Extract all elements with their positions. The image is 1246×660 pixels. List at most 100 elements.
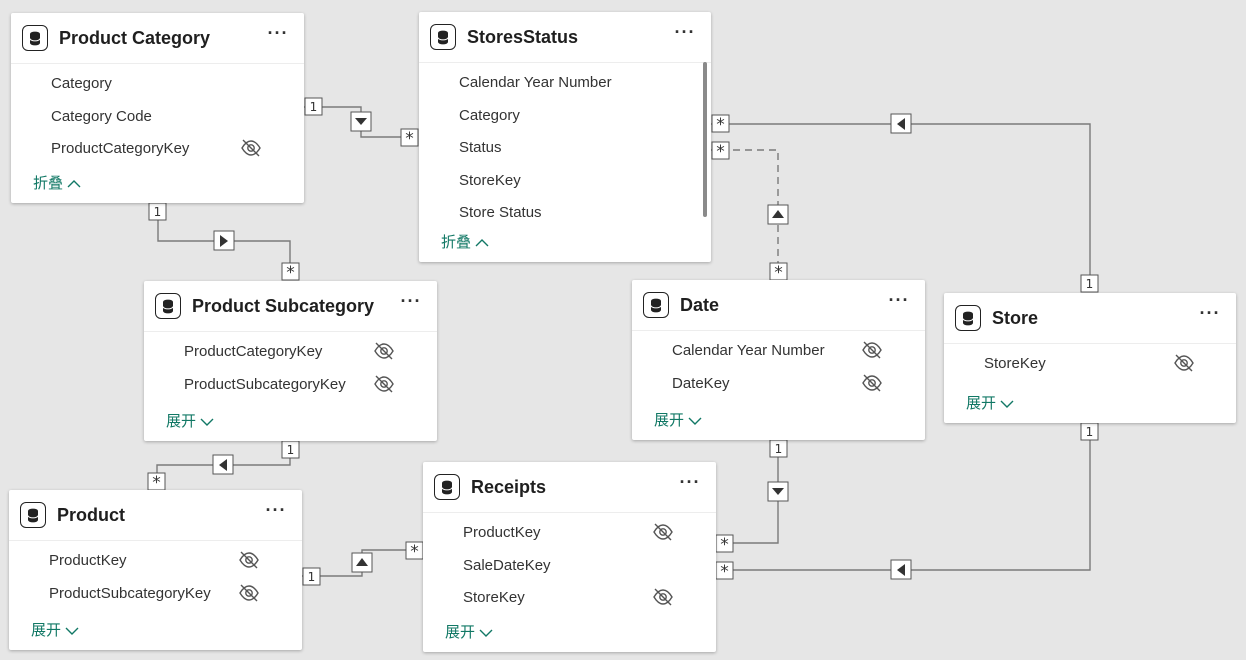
hidden-field-icon[interactable] [861,372,883,394]
field-row[interactable]: Calendar Year Number [632,334,925,367]
filter-direction-down-icon[interactable] [350,111,372,132]
filter-direction-up-icon[interactable] [767,204,789,225]
table-card-date[interactable]: Date ··· Calendar Year Number DateKey 展开 [632,280,925,440]
field-label: StoreKey [984,355,1046,372]
hidden-field-icon[interactable] [861,339,883,361]
card-header[interactable]: Product ··· [9,490,302,541]
card-header[interactable]: Product Subcategory ··· [144,281,437,332]
more-options-button[interactable]: ··· [673,23,697,47]
more-options-button[interactable]: ··· [1198,304,1222,328]
expand-toggle[interactable]: 展开 [966,392,1014,413]
field-row[interactable]: ProductKey [9,544,302,577]
table-card-product-category[interactable]: Product Category ··· Category Category C… [11,13,304,203]
collapse-toggle[interactable]: 折叠 [441,231,489,252]
hidden-field-icon[interactable] [652,586,674,608]
table-card-receipts[interactable]: Receipts ··· ProductKey SaleDateKey Stor… [423,462,716,652]
table-card-product-subcategory[interactable]: Product Subcategory ··· ProductCategoryK… [144,281,437,441]
cardinality-many-badge: * [281,262,300,283]
cardinality-many-badge: * [715,534,734,555]
filter-direction-left-icon[interactable] [212,454,234,475]
hidden-field-icon[interactable] [238,549,260,571]
field-row[interactable]: ProductCategoryKey [144,335,437,368]
cardinality-one-badge: 1 [304,97,323,116]
field-row[interactable]: DateKey [632,367,925,400]
expand-toggle[interactable]: 展开 [31,619,79,640]
filter-direction-right-icon[interactable] [213,230,235,251]
more-options-button[interactable]: ··· [264,501,288,525]
expand-toggle[interactable]: 展开 [166,410,214,431]
svg-text:1: 1 [308,570,316,584]
field-label: DateKey [672,374,730,392]
field-row[interactable]: ProductSubcategoryKey [9,577,302,610]
field-row[interactable]: Calendar Year Number [419,66,711,99]
toggle-label: 折叠 [33,175,64,192]
chevron-down-icon [479,629,493,638]
hidden-field-icon[interactable] [373,373,395,395]
chevron-up-icon [475,239,489,247]
field-label: ProductSubcategoryKey [49,584,211,602]
field-label: Category [51,75,112,92]
field-label: ProductCategoryKey [51,140,190,158]
field-label: Category [459,106,520,124]
svg-text:*: * [720,562,729,582]
collapse-toggle[interactable]: 折叠 [33,172,81,193]
field-row[interactable]: StoreKey [419,164,711,197]
database-icon [155,293,181,319]
hidden-field-icon[interactable] [238,582,260,604]
database-icon [955,305,981,331]
hidden-field-icon[interactable] [240,137,262,159]
hidden-field-icon[interactable] [1173,352,1195,374]
filter-direction-down-icon[interactable] [767,481,789,502]
table-card-product[interactable]: Product ··· ProductKey ProductSubcategor… [9,490,302,650]
field-row[interactable]: Category [419,99,711,132]
cardinality-one-badge: 1 [769,439,788,458]
database-icon [20,502,46,528]
card-header[interactable]: Date ··· [632,280,925,331]
field-label: Store Status [459,204,542,222]
table-title: Date [680,295,720,315]
field-label: Calendar Year Number [459,74,612,91]
toggle-label: 展开 [966,395,997,412]
field-row[interactable]: Status [419,131,711,164]
card-header[interactable]: Product Category ··· [11,13,304,64]
svg-text:*: * [286,263,295,283]
expand-toggle[interactable]: 展开 [654,409,702,430]
svg-text:*: * [410,542,419,562]
field-label: Calendar Year Number [672,342,825,359]
field-row[interactable]: Category Code [11,100,304,133]
more-options-button[interactable]: ··· [678,473,702,497]
filter-direction-left-icon[interactable] [890,559,912,580]
field-row[interactable]: Category [11,67,304,100]
more-options-button[interactable]: ··· [399,292,423,316]
card-header[interactable]: Receipts ··· [423,462,716,513]
expand-toggle[interactable]: 展开 [445,621,493,642]
field-label: ProductKey [49,552,127,569]
table-title: Store [992,308,1039,328]
cardinality-one-badge: 1 [281,440,300,459]
field-row[interactable]: ProductCategoryKey [11,132,304,165]
cardinality-many-badge: * [715,561,734,582]
field-row[interactable]: Store Status [419,196,711,229]
field-row[interactable]: ProductKey [423,516,716,549]
table-card-stores-status[interactable]: StoresStatus ··· Calendar Year Number Ca… [419,12,711,262]
field-row[interactable]: ProductSubcategoryKey [144,368,437,401]
toggle-label: 折叠 [441,234,472,251]
hidden-field-icon[interactable] [652,521,674,543]
field-row[interactable]: StoreKey [423,581,716,614]
scrollbar[interactable] [703,62,707,217]
field-row[interactable]: SaleDateKey [423,549,716,582]
filter-direction-up-icon[interactable] [351,552,373,573]
card-header[interactable]: Store ··· [944,293,1236,344]
database-icon [643,292,669,318]
more-options-button[interactable]: ··· [887,291,911,315]
card-header[interactable]: StoresStatus ··· [419,12,711,63]
filter-direction-left-icon[interactable] [890,113,912,134]
table-title: Product [57,505,126,525]
table-card-store[interactable]: Store ··· StoreKey 展开 [944,293,1236,423]
field-label: Category Code [51,107,152,125]
hidden-field-icon[interactable] [373,340,395,362]
cardinality-one-badge: 1 [1080,422,1099,441]
more-options-button[interactable]: ··· [266,24,290,48]
cardinality-many-badge: * [711,141,730,162]
field-row[interactable]: StoreKey [944,347,1236,380]
